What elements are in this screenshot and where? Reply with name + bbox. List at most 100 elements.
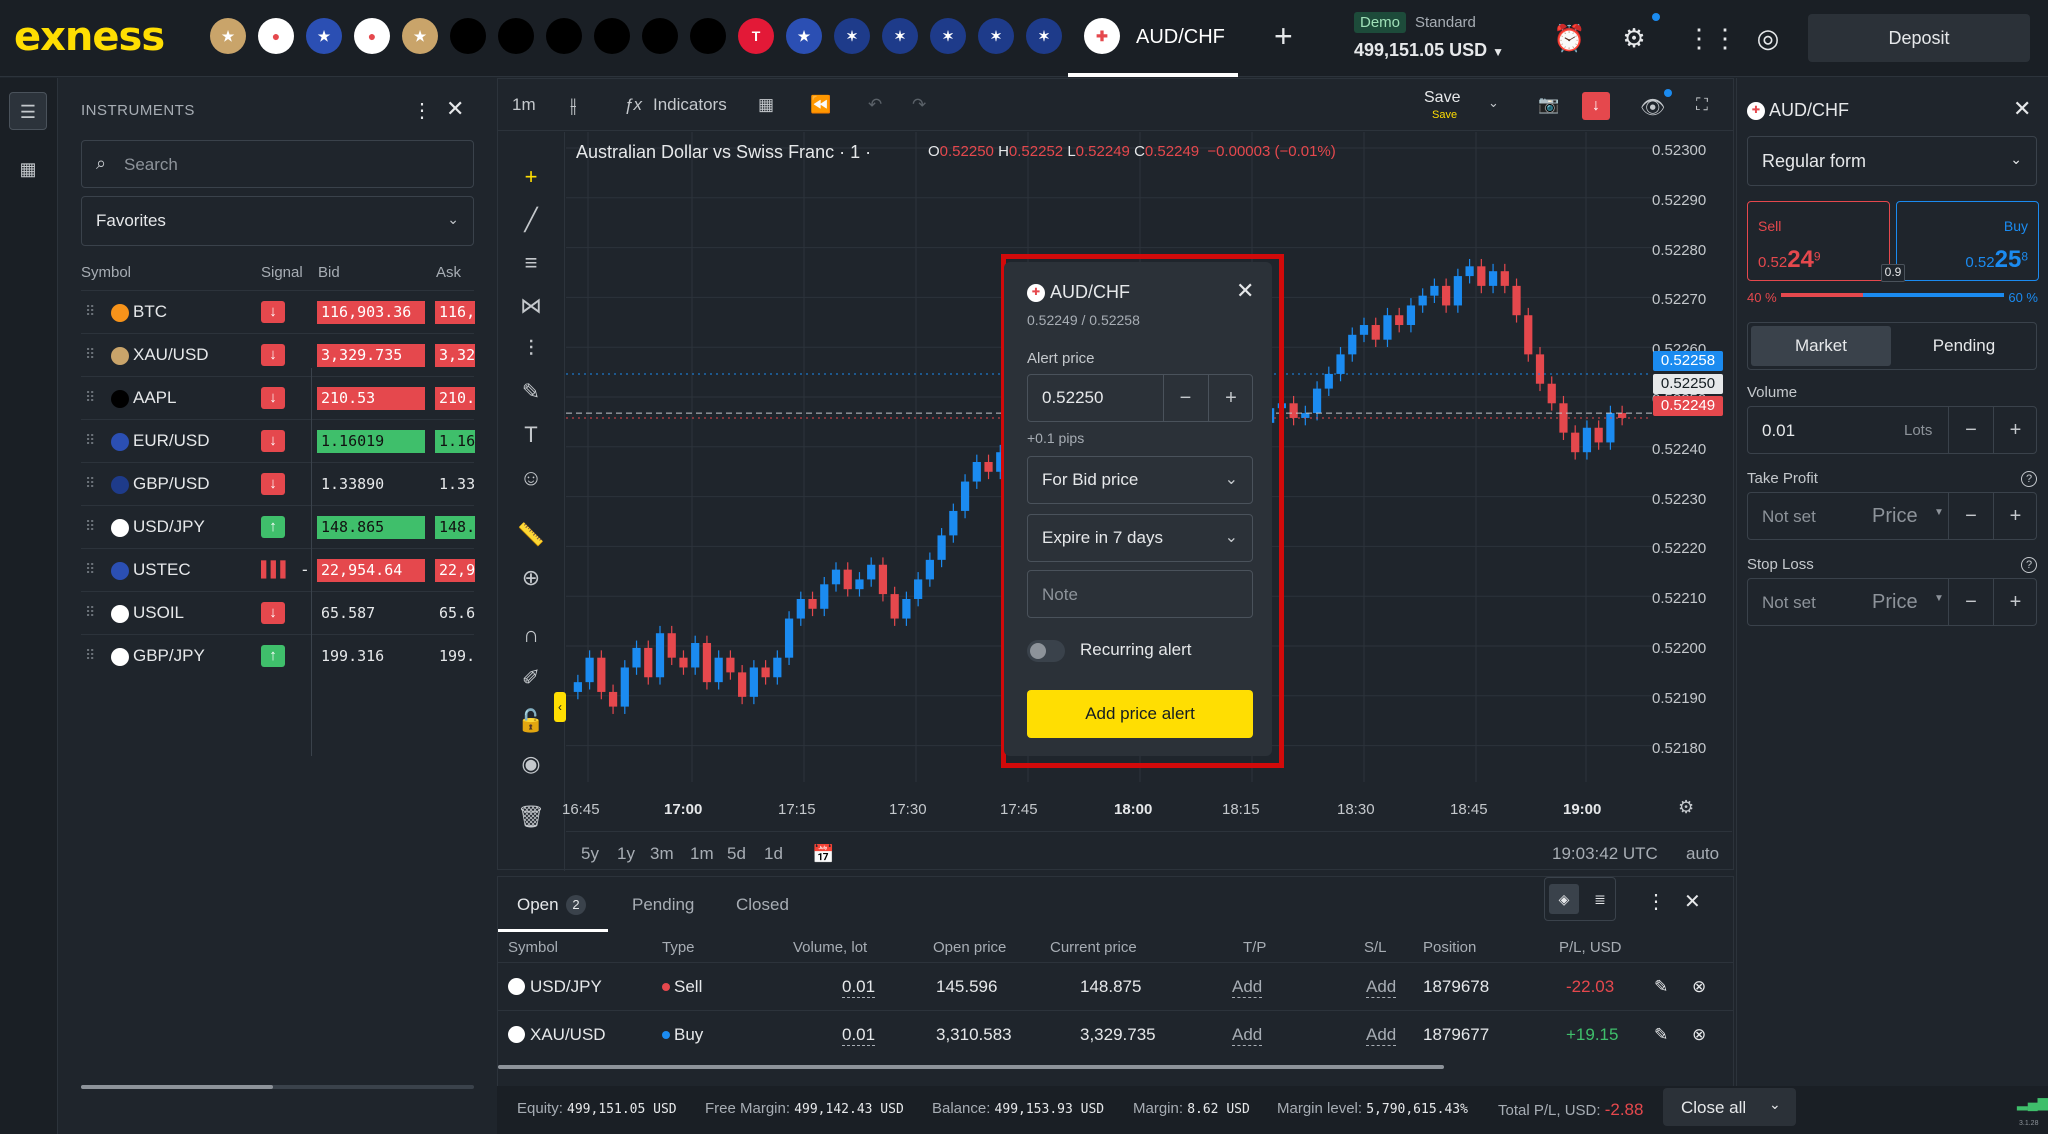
instrument-row[interactable]: ⠿ USTEC ▌▌▌ 22,954.64 22,9 - <box>81 548 475 591</box>
tab-aapl-icon[interactable] <box>642 18 678 54</box>
decrement-button[interactable]: − <box>1948 579 1993 625</box>
close-icon[interactable]: ✕ <box>1236 278 1254 304</box>
close-icon[interactable]: ✕ <box>1684 889 1701 914</box>
add-sl-link[interactable]: Add <box>1366 977 1397 998</box>
increment-button[interactable]: + <box>1993 407 2037 453</box>
undo-icon[interactable]: ↶ <box>868 95 882 115</box>
order-volume[interactable]: 0.01 <box>842 977 876 998</box>
brush-icon[interactable]: ✎ <box>516 377 546 407</box>
range-1d[interactable]: 1d <box>764 844 783 864</box>
collapse-toolbar-handle[interactable]: ‹ <box>554 692 566 722</box>
decrement-button[interactable]: − <box>1163 375 1207 421</box>
camera-icon[interactable]: 📷 <box>1538 95 1559 115</box>
drag-handle-icon[interactable]: ⠿ <box>85 303 95 320</box>
stop-loss-unit[interactable]: Price <box>1872 591 1918 614</box>
add-price-alert-button[interactable]: Add price alert <box>1027 690 1253 738</box>
help-icon[interactable]: ? <box>2021 557 2037 573</box>
horizontal-scrollbar[interactable] <box>81 1085 474 1089</box>
stop-loss-input[interactable]: Not set Price ▼ − + <box>1747 578 2037 626</box>
instrument-row[interactable]: ⠿ GBP/JPY ↑ 199.316 199. <box>81 634 475 677</box>
add-sl-link[interactable]: Add <box>1366 1025 1397 1046</box>
alert-price-input[interactable]: 0.52250 − + <box>1027 374 1253 422</box>
increment-button[interactable]: + <box>1993 493 2037 539</box>
take-profit-unit[interactable]: Price <box>1872 505 1918 528</box>
view-toggle[interactable]: ◈ ≣ <box>1544 877 1616 921</box>
ruler-icon[interactable]: 📏 <box>516 520 546 550</box>
tab-aud-chf[interactable]: ✚ AUD/CHF <box>1068 0 1238 77</box>
add-tp-link[interactable]: Add <box>1232 977 1263 998</box>
drag-handle-icon[interactable]: ⠿ <box>85 475 95 492</box>
tab-xau-usd-icon[interactable]: ★ <box>402 18 438 54</box>
recurring-toggle[interactable] <box>1027 640 1065 662</box>
tab-tesla-icon[interactable]: T <box>738 18 774 54</box>
tab-aud-usd-icon[interactable]: ✶ <box>978 18 1014 54</box>
fullscreen-icon[interactable]: ⛶ <box>1696 95 1708 115</box>
tab-aapl-icon[interactable] <box>498 18 534 54</box>
trigger-dropdown[interactable]: For Bid price ⌄ <box>1027 456 1253 504</box>
tab-aud-usd-icon[interactable]: ✶ <box>1026 18 1062 54</box>
help-icon[interactable]: ? <box>2021 471 2037 487</box>
pending-tab[interactable]: Pending <box>1894 326 2034 366</box>
tab-aud-usd-icon[interactable]: ✶ <box>930 18 966 54</box>
instrument-row[interactable]: ⠿ USOIL ↓ 65.587 65.6 <box>81 591 475 634</box>
indicators-icon[interactable]: ƒx <box>624 95 642 115</box>
drag-handle-icon[interactable]: ⠿ <box>85 604 95 621</box>
timeframe-button[interactable]: 1m <box>512 95 536 115</box>
tab-pending[interactable]: Pending <box>632 895 694 915</box>
tab-aud-usd-icon[interactable]: ✶ <box>882 18 918 54</box>
order-volume[interactable]: 0.01 <box>842 1025 876 1046</box>
instrument-row[interactable]: ⠿ USD/JPY ↑ 148.865 148. <box>81 505 475 548</box>
add-tp-link[interactable]: Add <box>1232 1025 1263 1046</box>
tab-usd-jpy-icon[interactable]: ● <box>258 18 294 54</box>
more-options-icon[interactable]: ⋮ <box>1646 889 1666 914</box>
tab-aapl-icon[interactable] <box>546 18 582 54</box>
instrument-row[interactable]: ⠿ GBP/USD ↓ 1.33890 1.33 <box>81 462 475 505</box>
date-range-icon[interactable]: 📅 <box>812 844 834 865</box>
deposit-button[interactable]: Deposit <box>1808 14 2030 62</box>
account-balance[interactable]: 499,151.05 USD ▼ <box>1354 40 1504 61</box>
buy-button[interactable]: Buy 0.52258 <box>1896 201 2039 281</box>
drag-handle-icon[interactable]: ⠿ <box>85 346 95 363</box>
range-1y[interactable]: 1y <box>617 844 635 864</box>
note-input[interactable]: Note <box>1027 570 1253 618</box>
more-options-icon[interactable]: ⋮ <box>412 98 432 123</box>
range-3m[interactable]: 3m <box>650 844 674 864</box>
alarm-clock-icon[interactable]: ⏰ <box>1553 22 1585 54</box>
lock-icon[interactable]: 🔓 <box>516 706 546 736</box>
tab-eur-usd-icon[interactable]: ★ <box>306 18 342 54</box>
instruments-list-icon[interactable]: ☰ <box>9 92 47 130</box>
decrement-button[interactable]: − <box>1948 407 1993 453</box>
trash-icon[interactable]: 🗑 <box>516 802 546 832</box>
crosshair-icon[interactable]: + <box>516 162 546 192</box>
tab-closed[interactable]: Closed <box>736 895 789 915</box>
sell-button[interactable]: Sell 0.52249 <box>1747 201 1890 281</box>
zoom-in-icon[interactable]: ⊕ <box>516 563 546 593</box>
sell-signal-icon[interactable]: ↓ <box>1582 92 1610 120</box>
tab-aapl-icon[interactable] <box>450 18 486 54</box>
close-position-icon[interactable]: ⊗ <box>1692 1025 1706 1045</box>
drag-handle-icon[interactable]: ⠿ <box>85 432 95 449</box>
magnet-icon[interactable]: ∩ <box>516 620 546 650</box>
auto-scale-button[interactable]: auto <box>1686 844 1719 864</box>
layouts-icon[interactable]: ▦ <box>758 95 774 115</box>
increment-button[interactable]: + <box>1208 375 1253 421</box>
decrement-button[interactable]: − <box>1948 493 1993 539</box>
chevron-down-icon[interactable]: ⌄ <box>1488 95 1499 111</box>
chart-settings-icon[interactable]: ⚙ <box>1678 797 1694 818</box>
calendar-icon[interactable]: ▦ <box>9 150 47 188</box>
trend-line-icon[interactable]: ╱ <box>516 205 546 235</box>
fib-icon[interactable]: ⫶ <box>516 334 546 364</box>
drag-handle-icon[interactable]: ⠿ <box>85 561 95 578</box>
range-1m[interactable]: 1m <box>690 844 714 864</box>
indicators-button[interactable]: Indicators <box>653 95 727 115</box>
tab-aapl-icon[interactable] <box>690 18 726 54</box>
eye-icon[interactable]: 👁 <box>1640 95 1665 120</box>
tab-eur-usd-icon[interactable]: ★ <box>786 18 822 54</box>
close-icon[interactable]: ✕ <box>446 96 464 122</box>
instrument-row[interactable]: ⠿ XAU/USD ↓ 3,329.735 3,32 <box>81 333 475 376</box>
text-icon[interactable]: T <box>516 420 546 450</box>
market-tab[interactable]: Market <box>1751 326 1891 366</box>
table-row[interactable]: USD/JPY Sell 0.01 145.596 148.875 Add Add 18796… <box>498 962 1733 1009</box>
replay-icon[interactable]: ⏪ <box>810 95 831 115</box>
close-position-icon[interactable]: ⊗ <box>1692 977 1706 997</box>
